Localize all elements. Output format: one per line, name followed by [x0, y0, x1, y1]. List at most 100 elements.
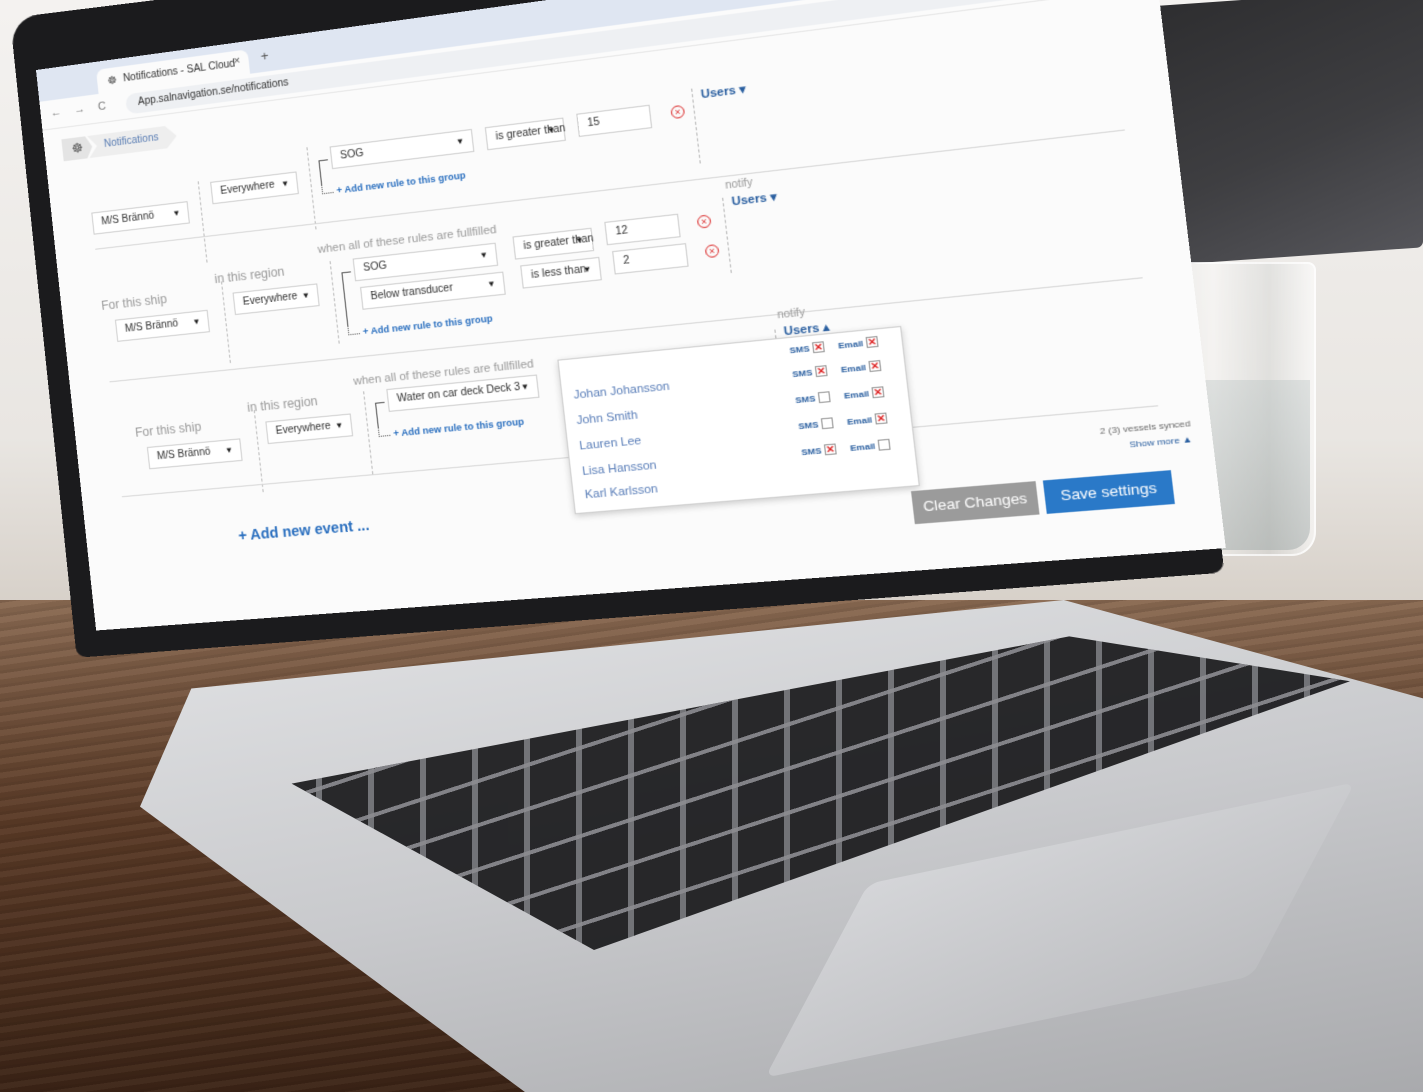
column-divider [197, 181, 208, 263]
sms-checkbox[interactable] [820, 417, 834, 430]
column-divider [722, 197, 732, 274]
column-divider [363, 391, 374, 475]
value-input[interactable]: 2 [612, 243, 689, 275]
sms-checkbox[interactable]: ✕ [811, 341, 825, 354]
sms-checkbox[interactable]: ✕ [823, 443, 837, 456]
email-checkbox[interactable]: ✕ [871, 386, 885, 399]
tab-close-icon[interactable]: × [233, 55, 241, 68]
add-event-link[interactable]: + Add new event ... [237, 516, 370, 543]
email-checkbox[interactable]: ✕ [865, 335, 879, 349]
sms-label: SMS [800, 445, 823, 458]
add-rule-connector [347, 324, 360, 336]
breadcrumb-notifications[interactable]: Notifications [87, 125, 178, 158]
notify-label: notify [776, 306, 806, 322]
value-input[interactable]: 12 [604, 213, 681, 246]
user-name: Johan Johansson [572, 380, 671, 402]
operator-select[interactable]: is less than ▼ [520, 256, 602, 289]
sms-label: SMS [791, 367, 813, 380]
region-select[interactable]: Everywhere ▼ [210, 171, 299, 205]
ship-select-value: M/S Brännö [156, 446, 212, 463]
region-select[interactable]: Everywhere ▼ [265, 413, 354, 445]
reload-icon[interactable]: C [97, 100, 106, 113]
notify-label: notify [724, 177, 754, 192]
sms-label: SMS [789, 343, 811, 356]
caret-down-icon: ▼ [479, 249, 489, 261]
for-ship-label: For this ship [100, 291, 168, 313]
in-region-label: in this region [213, 264, 286, 287]
ship-wheel-icon[interactable]: ☸ [61, 136, 93, 162]
user-name: Karl Karlsson [584, 482, 659, 502]
clear-changes-button[interactable]: Clear Changes [910, 481, 1040, 525]
caret-down-icon: ▼ [301, 290, 311, 301]
remove-rule-icon[interactable]: × [704, 243, 720, 259]
email-label: Email [843, 388, 870, 401]
in-region-label: in this region [246, 393, 319, 415]
add-rule-link[interactable]: + Add new rule to this group [362, 313, 493, 337]
laptop-screen: ☸ Notifications - SAL Cloud × + ˅ ← → C … [36, 0, 1226, 631]
column-divider [253, 410, 264, 493]
user-name: John Smith [575, 408, 639, 428]
ship-select[interactable]: M/S Brännö ▼ [114, 309, 211, 342]
email-label: Email [840, 362, 867, 375]
add-rule-connector [321, 183, 334, 195]
ship-select[interactable]: M/S Brännö ▼ [91, 201, 190, 235]
add-rule-link[interactable]: + Add new rule to this group [393, 416, 525, 438]
ship-select-value: M/S Brännö [124, 318, 179, 335]
users-popup: SMS ✕ Email ✕ Johan Johansson SMS ✕ Emai… [557, 325, 920, 515]
operator-select-value: is less than [530, 263, 587, 282]
breadcrumb: ☸ Notifications [61, 125, 178, 162]
sensor-select-value: Below transducer [370, 282, 454, 303]
column-divider [306, 147, 317, 230]
user-name: Lauren Lee [578, 434, 642, 453]
add-rule-link[interactable]: + Add new rule to this group [336, 170, 466, 196]
email-checkbox[interactable]: ✕ [868, 360, 882, 373]
email-label: Email [849, 441, 876, 454]
sensor-select-value: SOG [362, 260, 388, 275]
rule-group-bracket [374, 401, 388, 429]
sms-label: SMS [797, 419, 820, 432]
sync-status: 2 (3) vessels synced Show more ▲ [1099, 416, 1193, 455]
region-select-value: Everywhere [275, 420, 332, 438]
sms-checkbox[interactable]: ✕ [814, 365, 828, 378]
caret-down-icon: ▼ [582, 264, 593, 275]
remove-rule-icon[interactable]: × [670, 104, 686, 120]
column-divider [220, 281, 231, 364]
region-select-value: Everywhere [242, 290, 299, 308]
sms-label: SMS [794, 393, 816, 406]
email-checkbox[interactable]: ✕ [874, 412, 888, 425]
forward-icon[interactable]: → [74, 103, 86, 116]
column-divider [691, 88, 701, 164]
ship-select-value: M/S Brännö [100, 210, 155, 228]
remove-rule-icon[interactable]: × [696, 214, 712, 229]
value-input[interactable]: 15 [576, 104, 653, 138]
caret-down-icon: ▼ [224, 445, 234, 456]
ship-select[interactable]: M/S Brännö ▼ [146, 438, 243, 470]
operator-select[interactable]: is greater than ▼ [512, 227, 594, 260]
rule-group-bracket [318, 159, 331, 187]
sensor-select[interactable]: SOG ▼ [329, 128, 475, 170]
users-dropdown[interactable]: Users ▾ [700, 82, 746, 101]
email-label: Email [846, 414, 873, 427]
email-label: Email [837, 338, 864, 351]
sensor-select-value: SOG [339, 147, 365, 162]
save-settings-button[interactable]: Save settings [1042, 470, 1175, 514]
caret-down-icon: ▼ [192, 316, 202, 327]
email-checkbox[interactable] [877, 438, 891, 451]
operator-select[interactable]: is greater than ▼ [484, 117, 566, 151]
caret-down-icon: ▼ [486, 278, 497, 290]
region-select[interactable]: Everywhere ▼ [232, 283, 320, 316]
caret-down-icon: ▼ [455, 136, 465, 147]
new-tab-button[interactable]: + [260, 48, 270, 64]
caret-down-icon: ▼ [280, 178, 290, 189]
tab-favicon-icon: ☸ [106, 73, 118, 88]
for-ship-label: For this ship [134, 419, 202, 440]
caret-down-icon: ▼ [334, 420, 344, 431]
users-dropdown[interactable]: Users ▾ [731, 190, 777, 209]
sms-checkbox[interactable] [817, 391, 831, 404]
user-name: Lisa Hansson [581, 459, 658, 479]
column-divider [329, 261, 340, 344]
region-select-value: Everywhere [219, 179, 276, 198]
back-icon[interactable]: ← [50, 106, 62, 119]
caret-down-icon: ▼ [520, 381, 530, 392]
caret-down-icon: ▼ [172, 208, 182, 219]
